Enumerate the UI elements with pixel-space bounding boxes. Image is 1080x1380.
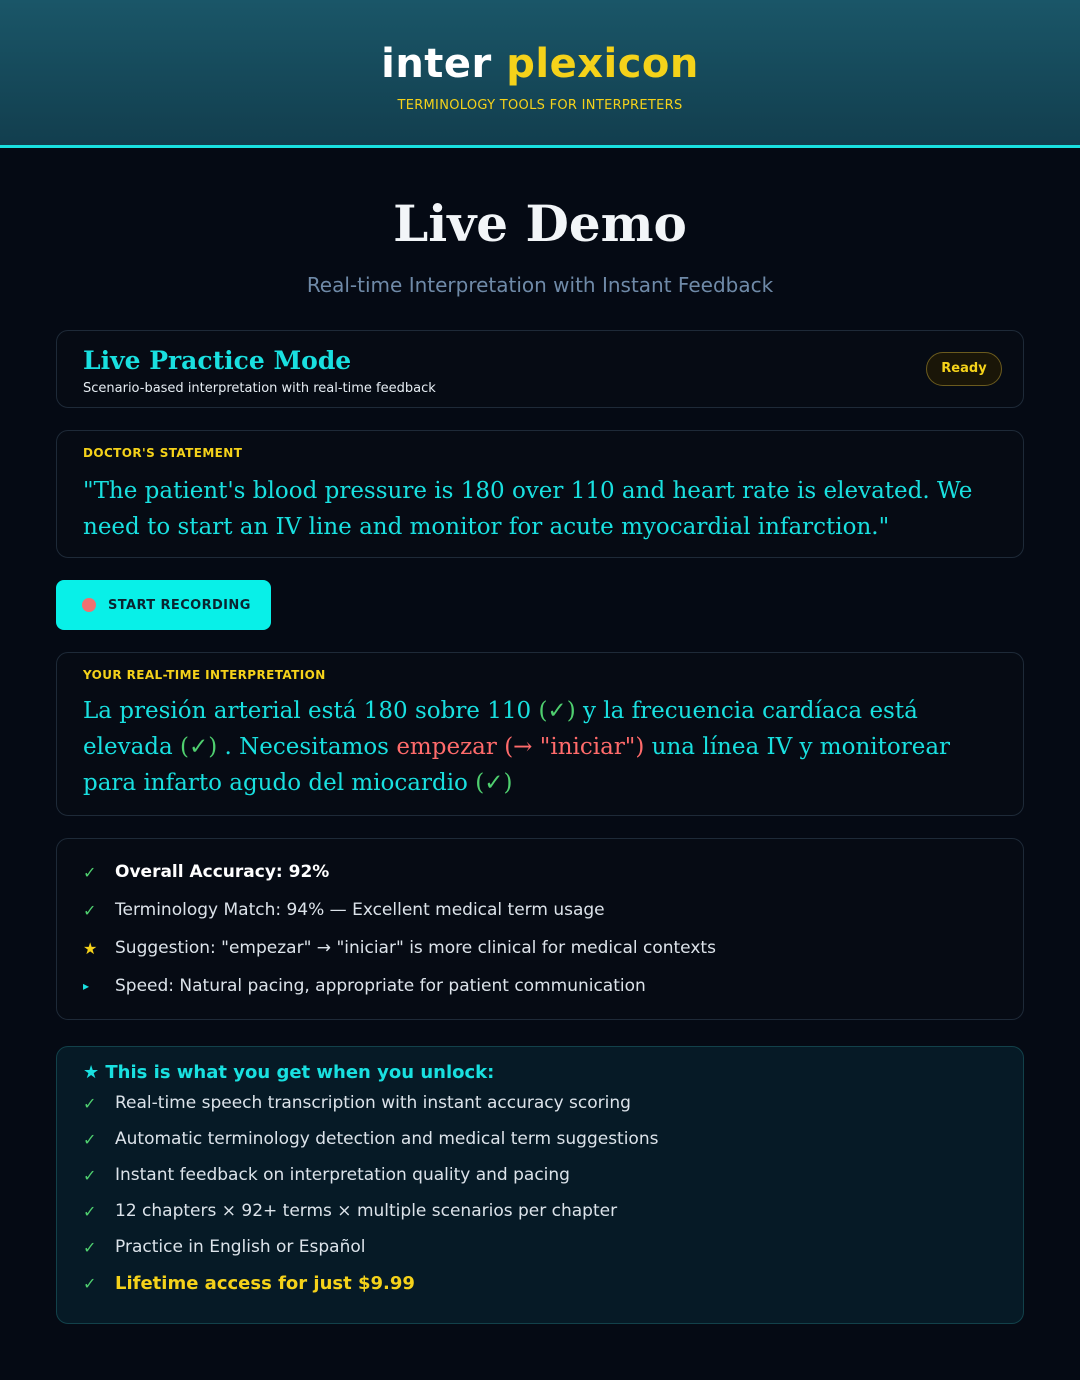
feedback-item: ✓ Terminology Match: 94% — Excellent med… xyxy=(83,891,997,929)
record-button-label: START RECORDING xyxy=(108,597,251,613)
interp-segment: . Necesitamos xyxy=(217,734,397,760)
unlock-item: ✓ Practice in English or Español xyxy=(83,1229,997,1265)
unlock-item-text: Instant feedback on interpretation quali… xyxy=(115,1165,570,1185)
unlock-item: ✓ Lifetime access for just $9.99 xyxy=(83,1265,997,1301)
feedback-text: Terminology Match: 94% — Excellent medic… xyxy=(115,900,605,920)
check-icon: ✓ xyxy=(83,900,97,920)
check-icon: ✓ xyxy=(83,1273,97,1293)
statement-label: DOCTOR'S STATEMENT xyxy=(83,446,243,460)
status-badge: Ready xyxy=(926,352,1002,386)
check-icon: ✓ xyxy=(83,1165,97,1185)
unlock-title: ★ This is what you get when you unlock: xyxy=(83,1062,495,1083)
interpretation-label: YOUR REAL-TIME INTERPRETATION xyxy=(83,668,326,682)
lifetime-price-text: Lifetime access for just $9.99 xyxy=(115,1272,415,1294)
unlock-item-text: Real-time speech transcription with inst… xyxy=(115,1093,631,1113)
unlock-item: ✓ 12 chapters × 92+ terms × multiple sce… xyxy=(83,1193,997,1229)
unlock-item-text: Practice in English or Español xyxy=(115,1237,366,1257)
brand-word-inter: inter xyxy=(381,41,492,87)
brand-tagline: TERMINOLOGY TOOLS FOR INTERPRETERS xyxy=(397,98,683,113)
mode-title: Live Practice Mode xyxy=(83,346,352,375)
record-dot-icon xyxy=(82,598,96,612)
brand-logo[interactable]: inter plexicon xyxy=(0,40,1080,88)
correct-mark: (✓) xyxy=(180,734,218,760)
practice-mode-card: Live Practice Mode Scenario-based interp… xyxy=(56,330,1024,408)
feedback-item: ✓ Overall Accuracy: 92% xyxy=(83,853,997,891)
check-icon: ✓ xyxy=(83,1201,97,1221)
unlock-item-text: 12 chapters × 92+ terms × multiple scena… xyxy=(115,1201,618,1221)
feedback-item: ★ Suggestion: "empezar" → "iniciar" is m… xyxy=(83,929,997,967)
main-content: Live Demo Real-time Interpretation with … xyxy=(0,196,1080,1324)
page-title: Live Demo xyxy=(393,194,687,253)
interp-segment: La presión arterial está 180 sobre 110 xyxy=(83,698,539,724)
page-subtitle: Real-time Interpretation with Instant Fe… xyxy=(306,273,774,297)
check-icon: ✓ xyxy=(83,1129,97,1149)
unlock-item: ✓ Instant feedback on interpretation qua… xyxy=(83,1157,997,1193)
interpretation-card: YOUR REAL-TIME INTERPRETATION La presión… xyxy=(56,652,1024,816)
brand-word-plexicon: plexicon xyxy=(506,41,699,87)
unlock-card: ★ This is what you get when you unlock: … xyxy=(56,1046,1024,1324)
star-icon: ★ xyxy=(83,938,98,958)
correct-mark: (✓) xyxy=(475,770,513,796)
check-icon: ✓ xyxy=(83,862,97,882)
interpretation-text: La presión arterial está 180 sobre 110 (… xyxy=(83,693,997,801)
feedback-text: Speed: Natural pacing, appropriate for p… xyxy=(115,976,646,996)
correct-mark: (✓) xyxy=(538,698,576,724)
feedback-item: ▸ Speed: Natural pacing, appropriate for… xyxy=(83,967,997,1005)
site-header: inter plexicon TERMINOLOGY TOOLS FOR INT… xyxy=(0,0,1080,148)
feedback-card: ✓ Overall Accuracy: 92% ✓ Terminology Ma… xyxy=(56,838,1024,1020)
term-error-highlight: empezar (→ "iniciar") xyxy=(396,734,645,760)
start-recording-button[interactable]: START RECORDING xyxy=(56,580,271,630)
play-arrow-icon: ▸ xyxy=(83,979,90,993)
mode-description: Scenario-based interpretation with real-… xyxy=(83,381,436,396)
unlock-item: ✓ Automatic terminology detection and me… xyxy=(83,1121,997,1157)
feedback-text: Overall Accuracy: 92% xyxy=(115,862,330,882)
check-icon: ✓ xyxy=(83,1237,97,1257)
unlock-item: ✓ Real-time speech transcription with in… xyxy=(83,1085,997,1121)
doctor-statement-card: DOCTOR'S STATEMENT "The patient's blood … xyxy=(56,430,1024,558)
check-icon: ✓ xyxy=(83,1093,97,1113)
unlock-item-text: Automatic terminology detection and medi… xyxy=(115,1129,659,1149)
feedback-text: Suggestion: "empezar" → "iniciar" is mor… xyxy=(115,938,716,958)
statement-text: "The patient's blood pressure is 180 ove… xyxy=(83,478,973,540)
